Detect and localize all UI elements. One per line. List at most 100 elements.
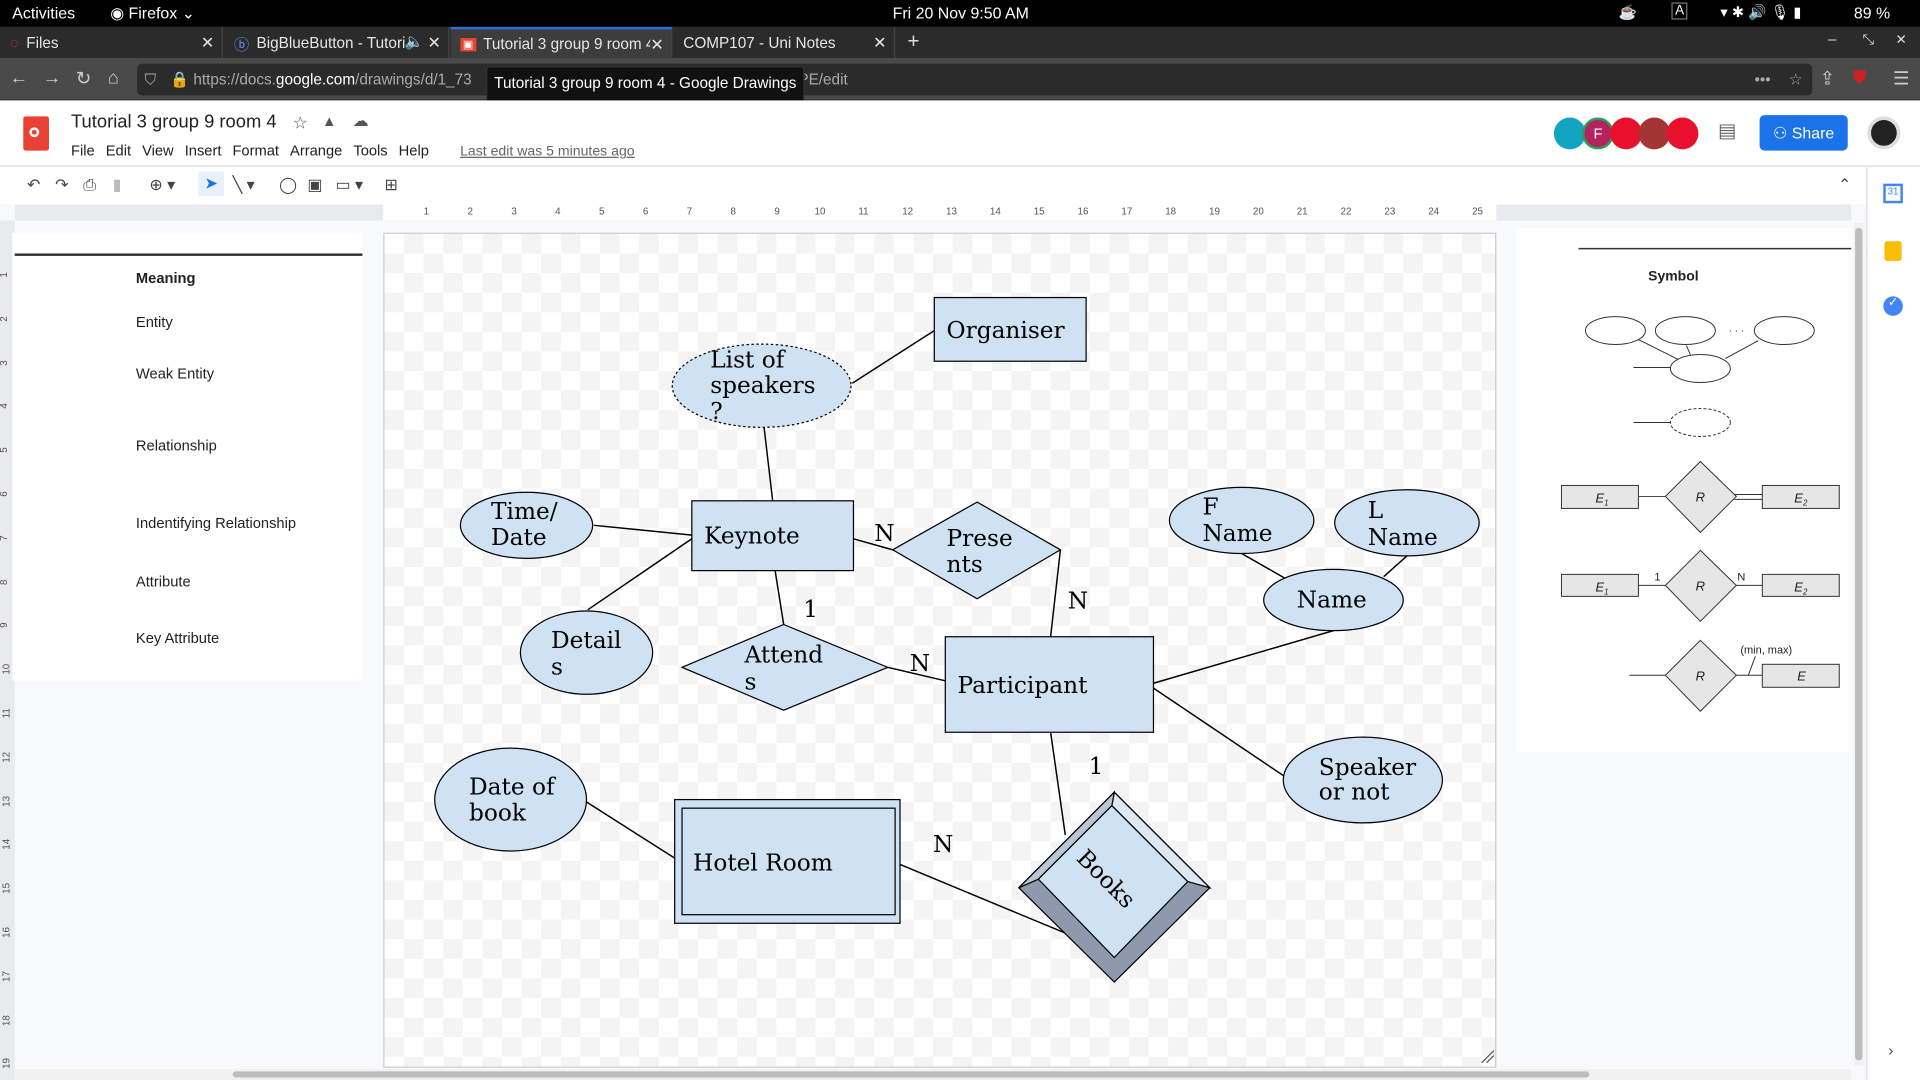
clock[interactable]: Fri 20 Nov 9:50 AM bbox=[893, 4, 1029, 22]
keyboard-layout-icon[interactable]: A bbox=[1671, 2, 1688, 20]
hamburger-menu-icon[interactable]: ☰ bbox=[1893, 67, 1909, 90]
docs-header: Tutorial 3 group 9 room 4 ☆ ▲ ☁ File Edit… bbox=[0, 100, 1920, 167]
label: Prese bbox=[947, 525, 1013, 552]
ublock-icon[interactable]: ⛊ bbox=[1853, 67, 1867, 88]
tasks-icon[interactable]: ✓ bbox=[1883, 296, 1903, 316]
shape-icon[interactable]: ◯ bbox=[279, 175, 297, 195]
print-icon[interactable]: ⎙ bbox=[83, 175, 96, 195]
menu-insert[interactable]: Insert bbox=[185, 142, 222, 159]
document-title[interactable]: Tutorial 3 group 9 room 4 bbox=[71, 111, 277, 132]
url-bar[interactable]: ⛉ 🔒 https://docs.google.com/drawings/d/1… bbox=[137, 63, 1813, 96]
cardinality: N bbox=[1068, 588, 1088, 615]
app-name: Firefox bbox=[128, 3, 178, 23]
collaborator-avatar[interactable] bbox=[1638, 117, 1671, 150]
share-button[interactable]: ⚇ Share bbox=[1759, 115, 1848, 151]
drawings-logo[interactable] bbox=[23, 116, 49, 151]
last-edit-link[interactable]: Last edit was 5 minutes ago bbox=[460, 144, 635, 159]
ruler-number: 16 bbox=[1, 926, 13, 938]
collapse-toolbar-icon[interactable]: ⌃ bbox=[1838, 175, 1851, 195]
ruler-number: 12 bbox=[902, 205, 914, 217]
firefox-menu[interactable]: ◉ Firefox ⌄ bbox=[110, 4, 195, 24]
cardinality: 1 bbox=[803, 596, 818, 623]
menu-format[interactable]: Format bbox=[232, 142, 279, 159]
undo-icon[interactable]: ↶ bbox=[27, 175, 40, 195]
er-diagram[interactable]: Organiser List of speakers ? Keynote Tim… bbox=[383, 233, 1496, 1068]
home-icon[interactable]: ⌂ bbox=[108, 67, 119, 88]
calendar-icon[interactable]: 31 bbox=[1883, 183, 1903, 204]
label: Attend bbox=[743, 641, 823, 668]
label: Date bbox=[491, 524, 547, 551]
ruler-number: 17 bbox=[1, 970, 13, 982]
share-people-icon: ⚇ bbox=[1773, 123, 1792, 143]
keep-icon[interactable] bbox=[1884, 241, 1902, 261]
ruler-number: 8 bbox=[0, 579, 9, 584]
label-r: R bbox=[1696, 489, 1705, 504]
new-tab-button[interactable]: + bbox=[907, 29, 919, 53]
close-icon[interactable]: ✕ bbox=[873, 33, 886, 53]
cloud-status-icon[interactable]: ☁ bbox=[353, 111, 369, 131]
horizontal-scrollbar[interactable] bbox=[14, 1068, 1852, 1080]
forward-icon[interactable]: → bbox=[43, 67, 61, 88]
paint-format-icon[interactable]: ▮ bbox=[113, 175, 122, 195]
close-icon[interactable]: ✕ bbox=[650, 35, 664, 56]
menu-view[interactable]: View bbox=[142, 142, 174, 159]
collaborator-avatar[interactable] bbox=[1666, 117, 1699, 150]
menu-tools[interactable]: Tools bbox=[353, 142, 387, 159]
menu-help[interactable]: Help bbox=[399, 142, 429, 159]
reload-icon[interactable]: ↻ bbox=[76, 67, 91, 90]
redo-icon[interactable]: ↷ bbox=[55, 175, 68, 195]
minimize-button[interactable]: – bbox=[1828, 31, 1836, 48]
tab-bigbluebutton[interactable]: ⓑ BigBlueButton - Tutori 🔈 ✕ bbox=[224, 26, 450, 59]
menu-edit[interactable]: Edit bbox=[106, 142, 131, 159]
close-icon[interactable]: ✕ bbox=[427, 33, 440, 53]
collaborator-avatar[interactable] bbox=[1610, 117, 1643, 150]
menu-file[interactable]: File bbox=[71, 142, 95, 159]
comment-add-icon[interactable]: ⊞ bbox=[384, 175, 397, 195]
meaning-legend-image[interactable]: Meaning Entity Weak Entity Relationship … bbox=[12, 232, 363, 681]
account-avatar[interactable] bbox=[1867, 116, 1901, 150]
comments-icon[interactable]: ▤ bbox=[1718, 119, 1737, 143]
back-icon[interactable]: ← bbox=[10, 67, 28, 88]
ruler-number: 25 bbox=[1472, 205, 1483, 217]
move-to-drive-icon[interactable]: ▲ bbox=[322, 113, 337, 130]
ruler-number: 2 bbox=[467, 205, 473, 217]
page-actions-icon[interactable]: ••• bbox=[1755, 64, 1771, 96]
tab-comp107[interactable]: COMP107 - Uni Notes ✕ bbox=[673, 26, 896, 59]
label: Name bbox=[1202, 520, 1272, 547]
activities-button[interactable]: Activities bbox=[12, 4, 75, 22]
shield-icon: ⛉ bbox=[144, 71, 156, 89]
ruler-number: 10 bbox=[814, 205, 826, 217]
horizontal-ruler: 1 2 3 4 5 6 7 8 9 10 11 12 13 14 15 16 17 18 19 20 21 22 23 24 2… bbox=[14, 204, 1852, 221]
collaborator-avatar[interactable] bbox=[1553, 117, 1586, 150]
vertical-scrollbar[interactable] bbox=[1853, 222, 1864, 1066]
tab-label: Files bbox=[26, 34, 59, 52]
select-icon[interactable]: ➤ bbox=[198, 171, 224, 196]
coffee-icon[interactable]: ☕ bbox=[1619, 4, 1637, 21]
text-box-icon[interactable]: ▣ bbox=[307, 175, 322, 195]
zoom-icon[interactable]: ⊕ ▾ bbox=[149, 175, 175, 195]
label: Participant bbox=[958, 672, 1089, 699]
collaborator-avatar[interactable]: F bbox=[1582, 117, 1614, 150]
ruler-number: 14 bbox=[1, 839, 13, 851]
bookmarks-icon[interactable]: ⇪ bbox=[1820, 67, 1835, 90]
battery-level[interactable]: 89 % bbox=[1854, 4, 1890, 22]
bookmark-star-icon[interactable]: ☆ bbox=[1789, 64, 1803, 96]
image-icon[interactable]: ▭ ▾ bbox=[336, 175, 363, 195]
firefox-icon: ◉ bbox=[110, 3, 129, 23]
close-window-button[interactable]: ✕ bbox=[1896, 32, 1907, 48]
ruler-number: 17 bbox=[1121, 205, 1133, 217]
close-icon[interactable]: ✕ bbox=[201, 33, 214, 53]
status-icons[interactable]: ▾ ✱ 🔊 🎙 ▮ bbox=[1720, 4, 1801, 21]
label: s bbox=[551, 654, 563, 681]
maximize-button[interactable]: ⤡ bbox=[1862, 31, 1874, 49]
tab-drawings[interactable]: ▣ Tutorial 3 group 9 room 4 ✕ bbox=[450, 26, 673, 59]
ruler-number: 11 bbox=[0, 708, 12, 719]
star-icon[interactable]: ☆ bbox=[293, 113, 308, 134]
line-icon[interactable]: ╲ ▾ bbox=[233, 175, 255, 195]
expand-panel-icon[interactable]: › bbox=[1888, 1041, 1893, 1059]
resize-handle[interactable] bbox=[1481, 1050, 1495, 1064]
tab-files[interactable]: ◌ Files ✕ bbox=[0, 26, 223, 59]
ruler-number: 22 bbox=[1340, 205, 1352, 217]
menu-arrange[interactable]: Arrange bbox=[290, 142, 342, 159]
speaker-icon[interactable]: 🔈 bbox=[405, 33, 424, 51]
